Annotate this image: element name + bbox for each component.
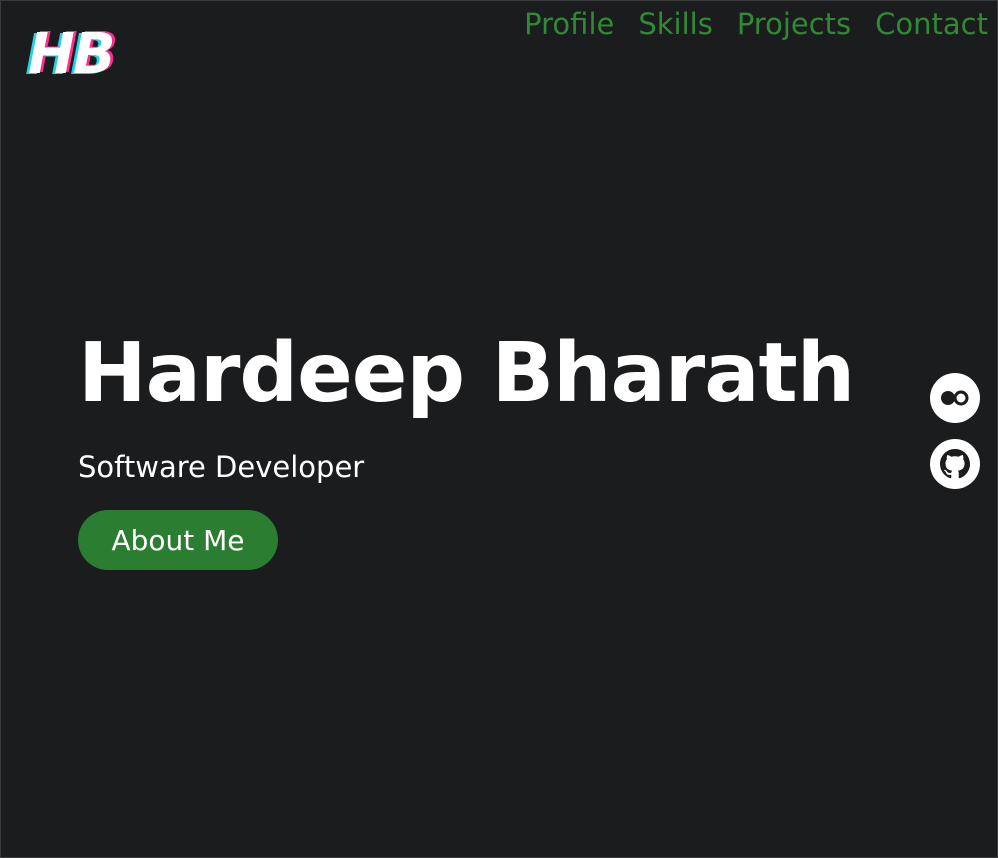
nav-link-contact[interactable]: Contact xyxy=(875,6,988,42)
github-icon xyxy=(940,449,970,479)
site-logo[interactable]: HB HB HB xyxy=(25,21,144,88)
github-link[interactable] xyxy=(930,439,980,489)
flickr-link[interactable] xyxy=(930,373,980,423)
about-me-button[interactable]: About Me xyxy=(78,510,278,570)
logo-text: HB xyxy=(28,22,116,87)
flickr-icon xyxy=(941,390,969,406)
social-links xyxy=(930,373,980,489)
nav-link-projects[interactable]: Projects xyxy=(737,6,851,42)
hero-name: Hardeep Bharath xyxy=(78,326,855,421)
nav-link-skills[interactable]: Skills xyxy=(638,6,712,42)
main-nav: Profile Skills Projects Contact xyxy=(524,6,988,42)
nav-link-profile[interactable]: Profile xyxy=(524,6,614,42)
hero-role: Software Developer xyxy=(78,450,365,484)
page-frame xyxy=(0,0,998,858)
